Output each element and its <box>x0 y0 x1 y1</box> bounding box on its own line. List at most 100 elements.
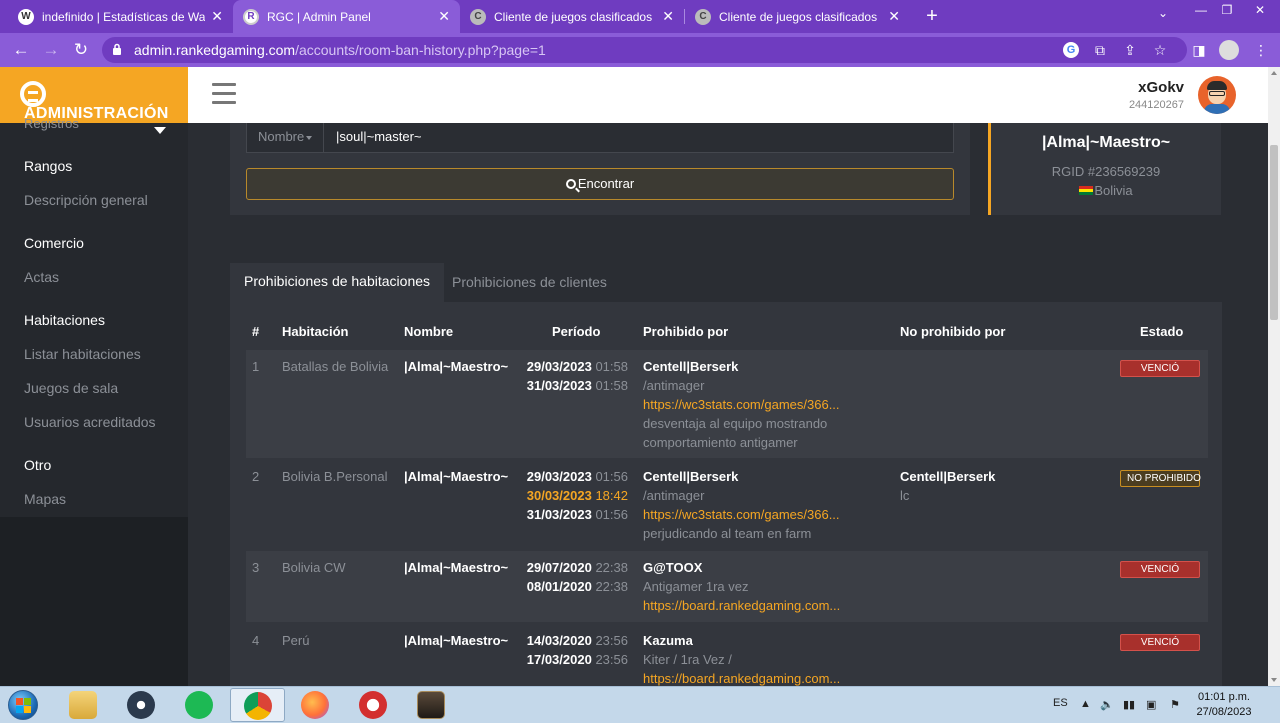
sidebar-heading-rangos: Rangos <box>24 158 73 174</box>
player-country: Bolivia <box>991 183 1221 198</box>
sidebar-item-listar-habitaciones[interactable]: Listar habitaciones <box>24 346 141 362</box>
ban-reason: /antimager <box>643 488 705 503</box>
search-input[interactable]: |soul|~master~ <box>324 123 954 153</box>
sidebar-heading-otro: Otro <box>24 457 52 473</box>
tray-expand-chevron-icon[interactable]: ▲ <box>1080 698 1091 710</box>
ban-evidence-link[interactable]: https://board.rankedgaming.com... <box>643 669 883 686</box>
sidebar-menu: Registros Rangos Descripción general Com… <box>0 116 188 517</box>
wikipedia-icon: W <box>18 8 34 25</box>
scrollbar-thumb[interactable] <box>1270 145 1278 320</box>
caret-down-icon[interactable] <box>154 127 166 134</box>
table-row: 2 Bolivia B.Personal |Alma|~Maestro~ 29/… <box>246 460 1208 549</box>
taskbar-firefox[interactable] <box>288 688 343 722</box>
browser-tab-admin-panel[interactable]: R RGC | Admin Panel ✕ <box>233 0 460 33</box>
browser-tab-client-1[interactable]: C Cliente de juegos clasificados ✕ <box>460 0 684 33</box>
banned-by-user[interactable]: Kazuma <box>643 633 693 648</box>
tab-room-bans[interactable]: Prohibiciones de habitaciones <box>230 263 445 302</box>
action-center-flag-icon[interactable]: ⚑ <box>1170 698 1180 711</box>
ban-reason: Antigamer 1ra vez <box>643 579 749 594</box>
side-panel-icon[interactable]: ◨ <box>1190 41 1208 59</box>
row-banned-by: Kazuma Kiter / 1ra Vez / https://board.r… <box>643 631 883 686</box>
reload-icon[interactable]: ↻ <box>70 39 92 61</box>
banned-by-user[interactable]: Centell|Berserk <box>643 469 738 484</box>
window-close-icon[interactable]: ✕ <box>1240 0 1280 20</box>
user-id: 244120267 <box>1128 99 1184 111</box>
taskbar-steam-like[interactable] <box>114 688 169 722</box>
sidebar-item-usuarios-acreditados[interactable]: Usuarios acreditados <box>24 414 156 430</box>
row-player-name[interactable]: |Alma|~Maestro~ <box>404 558 508 577</box>
sidebar-item-mapas[interactable]: Mapas <box>24 491 66 507</box>
windows-taskbar: ES ▲ 🔈 ▮▮ ▣ ⚑ 01:01 p.m. 27/08/2023 <box>0 686 1280 723</box>
taskbar-warcraft[interactable] <box>404 688 459 722</box>
minimize-icon[interactable]: — <box>1188 0 1214 20</box>
sidebar-item-actas[interactable]: Actas <box>24 269 59 285</box>
taskbar-clock[interactable]: 01:01 p.m. 27/08/2023 <box>1192 690 1256 720</box>
new-tab-plus-icon[interactable]: + <box>920 4 944 28</box>
scroll-down-arrow-icon[interactable] <box>1271 678 1277 682</box>
sidebar-heading-habitaciones: Habitaciones <box>24 312 105 328</box>
row-banned-by: Centell|Berserk /antimager https://wc3st… <box>643 467 883 543</box>
browser-profile-avatar[interactable] <box>1219 40 1239 60</box>
taskbar-rgc-client[interactable] <box>346 688 401 722</box>
close-tab-icon[interactable]: ✕ <box>438 8 450 25</box>
browser-tab-warcraft-stats[interactable]: W indefinido | Estadísticas de Warcr ✕ <box>8 0 233 33</box>
sidebar-item-registros[interactable]: Registros <box>24 116 79 131</box>
row-player-name[interactable]: |Alma|~Maestro~ <box>404 631 508 650</box>
search-icon <box>565 179 576 189</box>
close-tab-icon[interactable]: ✕ <box>888 8 900 25</box>
row-player-name[interactable]: |Alma|~Maestro~ <box>404 467 508 486</box>
taskbar-spotify[interactable] <box>172 688 227 722</box>
sidebar: Registros Rangos Descripción general Com… <box>0 116 188 686</box>
taskbar-file-explorer[interactable] <box>56 688 111 722</box>
language-indicator[interactable]: ES <box>1053 697 1068 709</box>
ban-evidence-link[interactable]: https://board.rankedgaming.com... <box>643 596 883 615</box>
battery-icon[interactable]: ▮▮ <box>1123 698 1135 711</box>
client-globe-icon: C <box>470 8 486 25</box>
ban-evidence-link[interactable]: https://wc3stats.com/games/366... <box>643 395 883 414</box>
tab-search-chevron-icon[interactable]: ⌄ <box>1158 6 1168 20</box>
back-arrow-icon[interactable]: ← <box>10 39 32 61</box>
sidebar-item-juegos-de-sala[interactable]: Juegos de sala <box>24 380 118 396</box>
restore-icon[interactable]: ❐ <box>1214 0 1240 20</box>
network-icon[interactable]: ▣ <box>1146 698 1156 711</box>
banned-by-user[interactable]: G@TOOX <box>643 560 702 575</box>
ban-evidence-link[interactable]: https://wc3stats.com/games/366... <box>643 505 883 524</box>
hamburger-menu-icon[interactable] <box>212 83 236 105</box>
page-scrollbar[interactable] <box>1268 67 1280 686</box>
windows-logo-icon <box>8 690 38 720</box>
user-avatar[interactable] <box>1198 76 1236 114</box>
share-icon[interactable]: ⇪ <box>1122 42 1138 58</box>
ban-note: comportamiento antigamer <box>643 435 798 450</box>
volume-icon[interactable]: 🔈 <box>1100 698 1114 711</box>
search-field-select[interactable]: Nombre <box>246 123 324 153</box>
user-name[interactable]: xGokv <box>1138 79 1184 96</box>
table-row: 4 Perú |Alma|~Maestro~ 14/03/2020 23:56 … <box>246 624 1208 686</box>
banned-by-user[interactable]: Centell|Berserk <box>643 359 738 374</box>
tab-client-bans[interactable]: Prohibiciones de clientes <box>438 263 621 302</box>
kebab-menu-icon[interactable]: ⋮ <box>1252 41 1270 59</box>
search-button[interactable]: Encontrar <box>246 168 954 200</box>
folder-icon <box>69 691 97 719</box>
close-tab-icon[interactable]: ✕ <box>211 8 223 25</box>
taskbar-chrome[interactable] <box>230 688 285 722</box>
google-lens-icon[interactable]: G <box>1063 42 1079 58</box>
unban-reason: lc <box>900 488 910 503</box>
avatar-glasses <box>1209 91 1225 96</box>
browser-toolbar: ← → ↻ admin.rankedgaming.com/accounts/ro… <box>0 33 1280 67</box>
app-logo[interactable]: ADMINISTRACIÓN <box>0 67 188 123</box>
address-bar[interactable]: admin.rankedgaming.com/accounts/room-ban… <box>102 37 1187 63</box>
translate-icon[interactable]: ⧉ <box>1092 42 1108 58</box>
browser-tab-client-2[interactable]: C Cliente de juegos clasificados ✕ <box>685 0 910 33</box>
avatar-shirt <box>1204 104 1230 114</box>
client-globe-icon: C <box>695 8 711 25</box>
forward-arrow-icon[interactable]: → <box>40 39 62 61</box>
scroll-up-arrow-icon[interactable] <box>1271 71 1277 75</box>
close-tab-icon[interactable]: ✕ <box>662 8 674 25</box>
sidebar-item-descripcion-general[interactable]: Descripción general <box>24 192 148 208</box>
row-room: Perú <box>282 633 310 648</box>
ban-note: desventaja al equipo mostrando <box>643 416 828 431</box>
unbanned-by-user[interactable]: Centell|Berserk <box>900 469 995 484</box>
start-button[interactable] <box>4 688 46 722</box>
bookmark-star-icon[interactable]: ☆ <box>1152 42 1168 58</box>
row-player-name[interactable]: |Alma|~Maestro~ <box>404 357 508 376</box>
